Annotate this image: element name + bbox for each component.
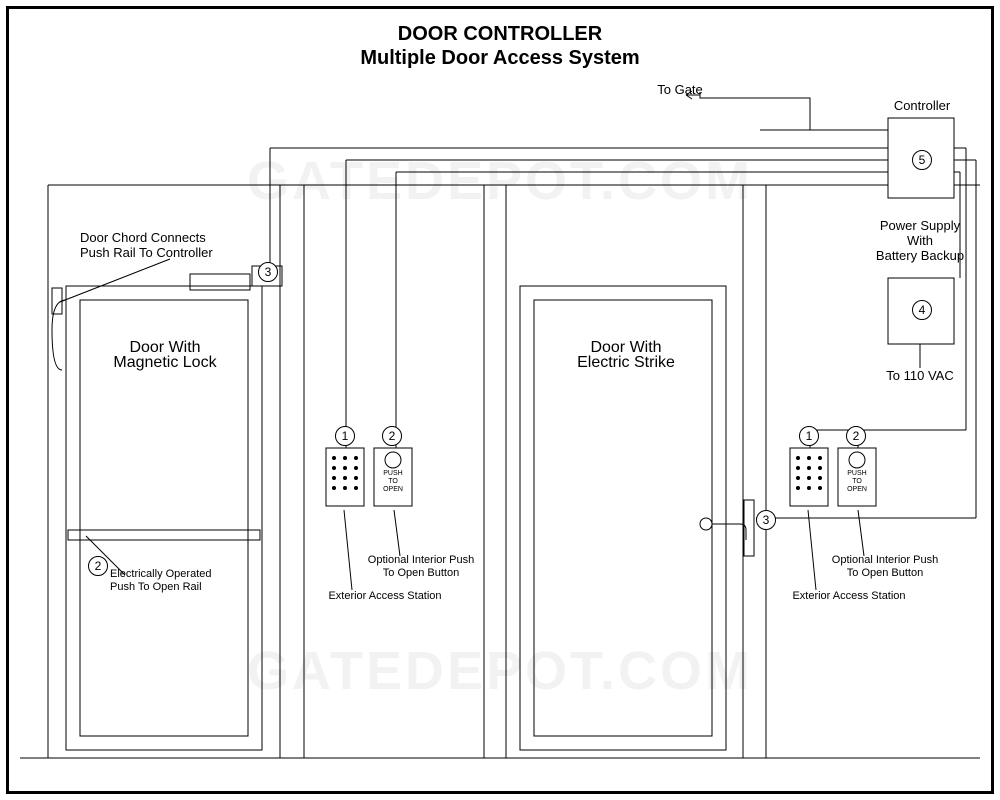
callout-3-right: 3 <box>756 510 776 530</box>
push-to-open-text: PUSH TO OPEN <box>376 470 410 494</box>
callout-2-right: 2 <box>846 426 866 446</box>
callout-3-left: 3 <box>258 262 278 282</box>
push-rail-label: Electrically Operated Push To Open Rail <box>110 568 270 594</box>
callout-2-left: 2 <box>382 426 402 446</box>
power-supply-label: Power Supply With Battery Backup <box>850 218 990 263</box>
door-chord-label: Door Chord Connects Push Rail To Control… <box>80 230 260 260</box>
to-gate-label: To Gate <box>640 82 720 97</box>
optional-push-label-left: Optional Interior Push To Open Button <box>336 554 506 580</box>
exterior-station-label-left: Exterior Access Station <box>300 590 470 603</box>
callout-1-left: 1 <box>335 426 355 446</box>
to-110vac-label: To 110 VAC <box>870 368 970 383</box>
exterior-station-label-right: Exterior Access Station <box>764 590 934 603</box>
controller-label: Controller <box>872 98 972 113</box>
push-to-open-text: PUSH TO OPEN <box>840 470 874 494</box>
optional-push-label-right: Optional Interior Push To Open Button <box>800 554 970 580</box>
diagram-svg <box>0 0 1000 800</box>
callout-5: 5 <box>912 150 932 170</box>
door-strike-label: Door With Electric Strike <box>556 340 696 370</box>
callout-4: 4 <box>912 300 932 320</box>
callout-2-rail: 2 <box>88 556 108 576</box>
callout-1-right: 1 <box>799 426 819 446</box>
door-maglock-label: Door With Magnetic Lock <box>100 340 230 370</box>
